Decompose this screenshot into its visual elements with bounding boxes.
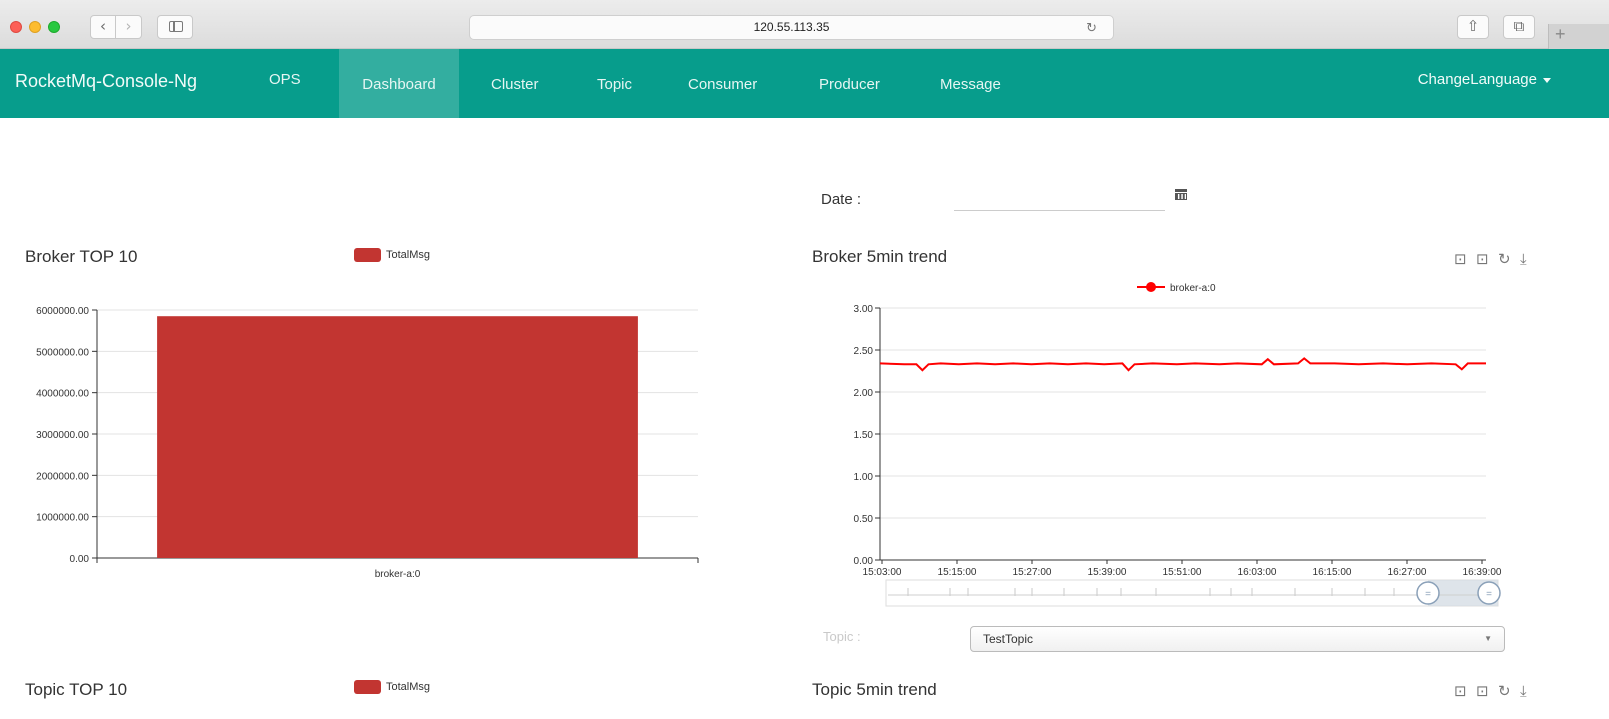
nav-item-consumer[interactable]: Consumer <box>673 49 772 118</box>
select-arrow-icon: ▼ <box>1484 634 1492 643</box>
topic-top10-legend-label[interactable]: TotalMsg <box>386 681 430 693</box>
y-tick-label: 3000000.00 <box>36 430 89 441</box>
y-tick-label: 1.50 <box>854 430 874 441</box>
calendar-icon[interactable] <box>1175 188 1187 200</box>
caret-down-icon <box>1543 77 1551 83</box>
y-tick-label: 2000000.00 <box>36 471 89 482</box>
handle-grip-icon: = <box>1486 589 1492 600</box>
close-window-button[interactable] <box>10 21 22 33</box>
handle-grip-icon: = <box>1425 589 1431 600</box>
datazoom-track <box>885 579 1499 607</box>
legend-marker <box>1146 282 1156 292</box>
x-tick-label: 15:03:00 <box>863 567 902 578</box>
topic-label: Topic : <box>823 629 861 644</box>
x-tick-label: 16:03:00 <box>1238 567 1277 578</box>
sidebar-icon <box>169 21 183 32</box>
y-tick-label: 3.00 <box>854 304 874 315</box>
show-tabs-button[interactable]: ⧉ <box>1503 15 1535 39</box>
download-icon[interactable]: ⤓ <box>1520 250 1527 268</box>
zoom-reset-icon[interactable]: ⊡ <box>1476 682 1489 700</box>
sidebar-toggle-button[interactable] <box>157 15 193 39</box>
x-tick-label: 15:39:00 <box>1088 567 1127 578</box>
nav-item-cluster[interactable]: Cluster <box>476 49 554 118</box>
broker-trend-title: Broker 5min trend <box>812 247 948 266</box>
zoom-icon[interactable]: ⊡ <box>1454 250 1467 268</box>
series-line <box>879 357 1486 372</box>
nav-item-dashboard[interactable]: Dashboard <box>339 49 459 118</box>
change-language-dropdown[interactable]: ChangeLanguage <box>1418 71 1551 88</box>
broker-top10-title: Broker TOP 10 <box>25 247 138 266</box>
date-input[interactable] <box>954 179 1165 211</box>
y-tick-label: 0.00 <box>70 554 90 565</box>
topic-top10-legend-swatch[interactable] <box>354 680 381 694</box>
nav-item-producer[interactable]: Producer <box>804 49 895 118</box>
app-navbar: RocketMq-Console-Ng OPS Dashboard Cluste… <box>0 49 1609 118</box>
chevron-left-icon: ‹ <box>100 17 106 35</box>
chevron-right-icon: › <box>125 17 132 35</box>
y-tick-label: 0.00 <box>854 556 874 567</box>
share-button[interactable]: ⇧ <box>1457 15 1489 39</box>
x-tick-label: 15:15:00 <box>938 567 977 578</box>
y-tick-label: 0.50 <box>854 514 874 525</box>
bar <box>157 316 638 558</box>
brand-logo-text[interactable]: RocketMq-Console-Ng <box>15 71 197 92</box>
legend-label: broker-a:0 <box>1170 283 1216 294</box>
x-tick-label: 16:15:00 <box>1313 567 1352 578</box>
x-tick-label: 16:27:00 <box>1388 567 1427 578</box>
topic-select[interactable]: TestTopic ▼ <box>970 626 1505 652</box>
x-tick-label: 16:39:00 <box>1463 567 1502 578</box>
forward-button[interactable]: › <box>116 15 142 39</box>
broker-top10-legend-label[interactable]: TotalMsg <box>386 249 430 261</box>
nav-item-ops[interactable]: OPS <box>254 49 316 118</box>
minimize-window-button[interactable] <box>29 21 41 33</box>
broker-top10-bar-chart: 0.00 1000000.00 2000000.00 3000000.00 400000… <box>36 306 699 580</box>
share-icon: ⇧ <box>1466 17 1480 35</box>
download-icon[interactable]: ⤓ <box>1520 682 1527 700</box>
broker-trend-toolbox: ⊡ ⊡ ↻ ⤓ <box>1454 250 1558 268</box>
zoom-window-button[interactable] <box>48 21 60 33</box>
date-label: Date : <box>821 191 862 208</box>
restore-icon[interactable]: ↻ <box>1498 682 1511 700</box>
y-tick-label: 1.00 <box>854 472 874 483</box>
y-tick-label: 6000000.00 <box>36 306 89 317</box>
zoom-icon[interactable]: ⊡ <box>1454 682 1467 700</box>
broker-trend-line-chart: broker-a:0 0.00 0.50 1.00 1.50 2.00 2.50 3.00 15… <box>854 282 1502 607</box>
x-tick-label: 15:27:00 <box>1013 567 1052 578</box>
topic-trend-title: Topic 5min trend <box>812 680 937 699</box>
reload-icon[interactable]: ↻ <box>1086 17 1097 40</box>
y-tick-label: 1000000.00 <box>36 513 89 524</box>
back-button[interactable]: ‹ <box>90 15 116 39</box>
topic-trend-toolbox: ⊡ ⊡ ↻ ⤓ <box>1454 682 1558 700</box>
new-tab-button[interactable]: + <box>1548 24 1609 49</box>
browser-toolbar: ‹ › 120.55.113.35 ↻ ⇧ ⧉ + <box>0 0 1609 49</box>
y-tick-label: 4000000.00 <box>36 389 89 400</box>
broker-top10-legend-swatch[interactable] <box>354 248 381 262</box>
address-bar[interactable]: 120.55.113.35 ↻ <box>469 15 1114 40</box>
y-tick-label: 2.00 <box>854 388 874 399</box>
restore-icon[interactable]: ↻ <box>1498 250 1511 268</box>
y-tick-label: 5000000.00 <box>36 347 89 358</box>
x-tick-label: 15:51:00 <box>1163 567 1202 578</box>
nav-item-topic[interactable]: Topic <box>582 49 647 118</box>
topic-select-value: TestTopic <box>983 632 1034 646</box>
nav-item-message[interactable]: Message <box>925 49 1016 118</box>
y-tick-label: 2.50 <box>854 346 874 357</box>
x-tick-label: broker-a:0 <box>375 569 421 580</box>
tabs-icon: ⧉ <box>1513 17 1525 35</box>
url-text: 120.55.113.35 <box>753 20 830 34</box>
plus-icon: + <box>1555 24 1566 44</box>
topic-top10-title: Topic TOP 10 <box>25 680 128 699</box>
zoom-reset-icon[interactable]: ⊡ <box>1476 250 1489 268</box>
change-language-label: ChangeLanguage <box>1417 71 1537 88</box>
